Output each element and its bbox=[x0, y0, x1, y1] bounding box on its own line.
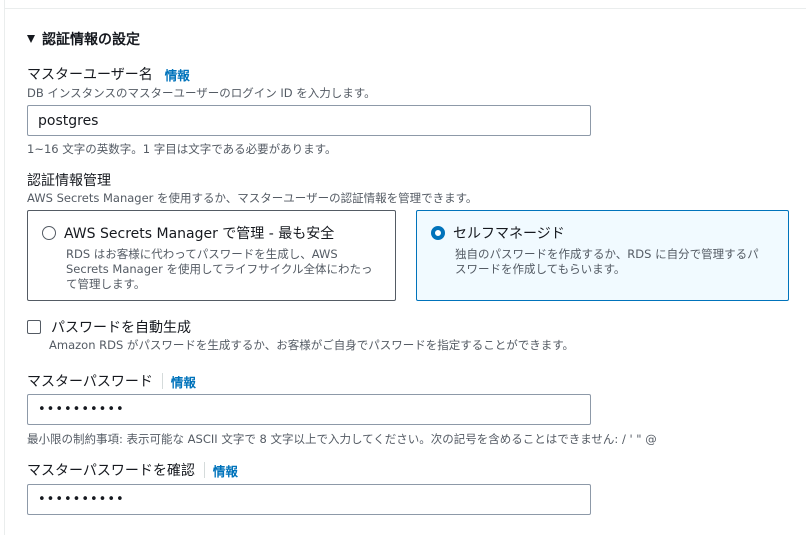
confirm-password-info-link[interactable]: 情報 bbox=[213, 461, 238, 480]
master-password-info-link[interactable]: 情報 bbox=[171, 372, 196, 391]
option-secrets-manager-desc-line: て管理します。 bbox=[66, 277, 146, 291]
confirm-password-value: •••••••••• bbox=[38, 492, 125, 507]
left-border bbox=[0, 0, 5, 535]
master-password-label-row: マスターパスワード 情報 bbox=[27, 371, 196, 391]
credential-management-label: 認証情報管理 bbox=[27, 173, 111, 189]
master-password-value: •••••••••• bbox=[38, 402, 125, 417]
option-self-managed-desc-line: 独自のパスワードを作成するか、RDS に自分で管理するパ bbox=[455, 247, 759, 261]
master-password-label: マスターパスワード bbox=[27, 374, 153, 390]
top-divider bbox=[5, 0, 806, 9]
auto-generate-description: Amazon RDS がパスワードを生成するか、お客様がご自身でパスワードを指定… bbox=[49, 338, 575, 352]
option-self-managed[interactable]: セルフマネージド 独自のパスワードを作成するか、RDS に自分で管理するパ スワ… bbox=[416, 210, 789, 301]
master-user-label: マスターユーザー名 bbox=[27, 67, 153, 83]
option-secrets-manager-title: AWS Secrets Manager で管理 - 最も安全 bbox=[64, 226, 335, 242]
master-user-info-link[interactable]: 情報 bbox=[165, 65, 190, 84]
radio-unselected-icon[interactable] bbox=[42, 226, 56, 240]
option-self-managed-title: セルフマネージド bbox=[453, 226, 565, 242]
auto-generate-label: パスワードを自動生成 bbox=[51, 320, 191, 336]
master-password-constraint: 最小限の制約事項: 表示可能な ASCII 文字で 8 文字以上で入力してくださ… bbox=[27, 432, 657, 446]
master-user-description: DB インスタンスのマスターユーザーのログイン ID を入力します。 bbox=[27, 86, 376, 100]
section-title: 認証情報の設定 bbox=[42, 32, 140, 48]
credential-management-label-row: 認証情報管理 bbox=[27, 170, 111, 190]
auto-generate-checkbox[interactable] bbox=[27, 320, 41, 334]
option-self-managed-desc-line: スワードを作成してもらいます。 bbox=[455, 262, 626, 276]
credential-management-description: AWS Secrets Manager を使用するか、マスターユーザーの認証情報… bbox=[27, 191, 478, 205]
confirm-password-label: マスターパスワードを確認 bbox=[27, 463, 195, 479]
option-secrets-manager-desc-line: Secrets Manager を使用してライフサイクル全体にわたっ bbox=[66, 262, 373, 276]
master-user-constraint: 1~16 文字の英数字。1 字目は文字である必要があります。 bbox=[27, 142, 337, 156]
master-password-input[interactable]: •••••••••• bbox=[27, 394, 591, 425]
info-divider bbox=[161, 373, 163, 389]
auto-generate-row[interactable]: パスワードを自動生成 bbox=[27, 317, 191, 337]
confirm-password-input[interactable]: •••••••••• bbox=[27, 484, 591, 515]
master-user-input[interactable]: postgres bbox=[27, 105, 591, 136]
info-divider bbox=[203, 462, 205, 478]
option-secrets-manager[interactable]: AWS Secrets Manager で管理 - 最も安全 RDS はお客様に… bbox=[27, 210, 396, 301]
master-user-label-row: マスターユーザー名 情報 bbox=[27, 64, 190, 84]
caret-down-icon bbox=[27, 35, 35, 43]
master-user-value: postgres bbox=[38, 112, 99, 129]
option-secrets-manager-desc-line: RDS はお客様に代わってパスワードを生成し、AWS bbox=[66, 247, 338, 261]
radio-selected-icon[interactable] bbox=[431, 226, 445, 240]
section-toggle[interactable]: 認証情報の設定 bbox=[27, 29, 140, 49]
confirm-password-label-row: マスターパスワードを確認 情報 bbox=[27, 460, 238, 480]
